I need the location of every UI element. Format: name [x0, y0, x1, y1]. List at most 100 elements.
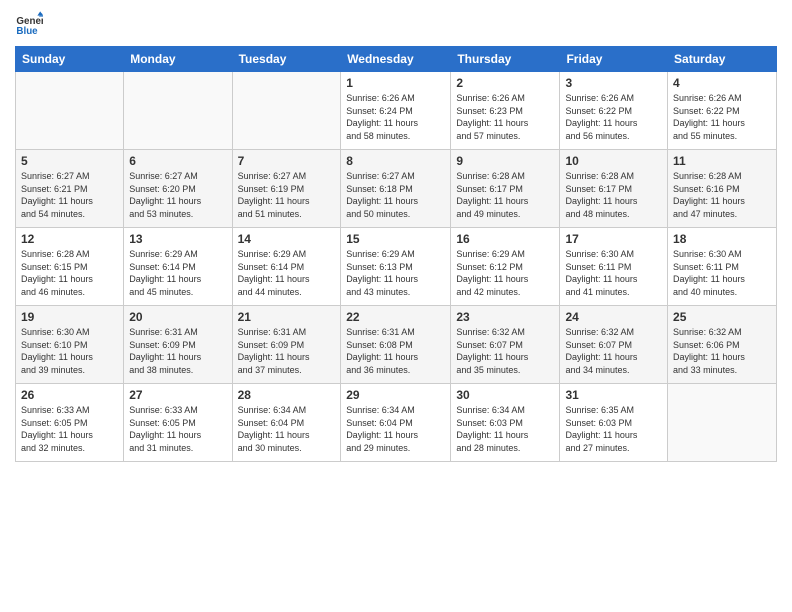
day-number: 23 [456, 310, 554, 324]
calendar-header-friday: Friday [560, 47, 668, 72]
calendar-cell: 26Sunrise: 6:33 AMSunset: 6:05 PMDayligh… [16, 384, 124, 462]
day-number: 28 [238, 388, 336, 402]
day-info: Sunrise: 6:33 AMSunset: 6:05 PMDaylight:… [21, 404, 118, 454]
day-number: 18 [673, 232, 771, 246]
calendar-cell: 15Sunrise: 6:29 AMSunset: 6:13 PMDayligh… [341, 228, 451, 306]
calendar-cell: 28 Sunrise: 6:34 AMSunset: 6:04 PMDayligh… [232, 384, 341, 462]
calendar-header-saturday: Saturday [668, 47, 777, 72]
day-number: 4 [673, 76, 771, 90]
calendar-cell: 18 Sunrise: 6:30 AMSunset: 6:11 PMDayligh… [668, 228, 777, 306]
svg-text:Blue: Blue [16, 26, 38, 37]
day-number: 8 [346, 154, 445, 168]
day-number: 2 [456, 76, 554, 90]
calendar-header-sunday: Sunday [16, 47, 124, 72]
calendar-cell: 4 Sunrise: 6:26 AMSunset: 6:22 PMDaylight… [668, 72, 777, 150]
calendar-cell: 6 Sunrise: 6:27 AMSunset: 6:20 PMDaylight… [124, 150, 232, 228]
calendar-cell: 24 Sunrise: 6:32 AMSunset: 6:07 PMDayligh… [560, 306, 668, 384]
day-number: 5 [21, 154, 118, 168]
calendar-week-2: 5 Sunrise: 6:27 AMSunset: 6:21 PMDaylight… [16, 150, 777, 228]
calendar-cell: 19 Sunrise: 6:30 AMSunset: 6:10 PMDayligh… [16, 306, 124, 384]
day-info: Sunrise: 6:28 AMSunset: 6:15 PMDaylight:… [21, 248, 118, 298]
calendar-cell: 5 Sunrise: 6:27 AMSunset: 6:21 PMDaylight… [16, 150, 124, 228]
day-info: Sunrise: 6:28 AMSunset: 6:17 PMDaylight:… [565, 170, 662, 220]
day-number: 19 [21, 310, 118, 324]
calendar-cell: 3 Sunrise: 6:26 AMSunset: 6:22 PMDaylight… [560, 72, 668, 150]
day-info: Sunrise: 6:33 AMSunset: 6:05 PMDaylight:… [129, 404, 226, 454]
calendar-cell [668, 384, 777, 462]
day-info: Sunrise: 6:27 AMSunset: 6:18 PMDaylight:… [346, 170, 445, 220]
day-info: Sunrise: 6:35 AMSunset: 6:03 PMDaylight:… [565, 404, 662, 454]
page: General Blue SundayMondayTuesdayWednesda… [0, 0, 792, 612]
day-info: Sunrise: 6:34 AMSunset: 6:04 PMDaylight:… [346, 404, 445, 454]
calendar-week-3: 12 Sunrise: 6:28 AMSunset: 6:15 PMDayligh… [16, 228, 777, 306]
calendar-header-tuesday: Tuesday [232, 47, 341, 72]
calendar-cell: 10 Sunrise: 6:28 AMSunset: 6:17 PMDayligh… [560, 150, 668, 228]
day-number: 10 [565, 154, 662, 168]
calendar-cell: 11 Sunrise: 6:28 AMSunset: 6:16 PMDayligh… [668, 150, 777, 228]
day-info: Sunrise: 6:26 AMSunset: 6:22 PMDaylight:… [673, 92, 771, 142]
day-info: Sunrise: 6:27 AMSunset: 6:21 PMDaylight:… [21, 170, 118, 220]
day-number: 14 [238, 232, 336, 246]
day-info: Sunrise: 6:29 AMSunset: 6:14 PMDaylight:… [238, 248, 336, 298]
day-number: 20 [129, 310, 226, 324]
calendar-cell: 2 Sunrise: 6:26 AMSunset: 6:23 PMDaylight… [451, 72, 560, 150]
calendar-cell: 13Sunrise: 6:29 AMSunset: 6:14 PMDayligh… [124, 228, 232, 306]
calendar-header-wednesday: Wednesday [341, 47, 451, 72]
calendar-week-1: 1Sunrise: 6:26 AMSunset: 6:24 PMDaylight… [16, 72, 777, 150]
day-number: 6 [129, 154, 226, 168]
day-info: Sunrise: 6:32 AMSunset: 6:07 PMDaylight:… [565, 326, 662, 376]
calendar-cell: 1Sunrise: 6:26 AMSunset: 6:24 PMDaylight… [341, 72, 451, 150]
calendar-cell [124, 72, 232, 150]
calendar-cell: 25 Sunrise: 6:32 AMSunset: 6:06 PMDayligh… [668, 306, 777, 384]
day-number: 3 [565, 76, 662, 90]
day-number: 16 [456, 232, 554, 246]
calendar-week-4: 19 Sunrise: 6:30 AMSunset: 6:10 PMDayligh… [16, 306, 777, 384]
day-number: 7 [238, 154, 336, 168]
calendar-cell: 9Sunrise: 6:28 AMSunset: 6:17 PMDaylight… [451, 150, 560, 228]
day-info: Sunrise: 6:26 AMSunset: 6:24 PMDaylight:… [346, 92, 445, 142]
calendar-cell: 20Sunrise: 6:31 AMSunset: 6:09 PMDayligh… [124, 306, 232, 384]
day-number: 22 [346, 310, 445, 324]
calendar-cell: 21 Sunrise: 6:31 AMSunset: 6:09 PMDayligh… [232, 306, 341, 384]
calendar-cell: 27 Sunrise: 6:33 AMSunset: 6:05 PMDayligh… [124, 384, 232, 462]
day-number: 17 [565, 232, 662, 246]
day-info: Sunrise: 6:27 AMSunset: 6:19 PMDaylight:… [238, 170, 336, 220]
day-info: Sunrise: 6:32 AMSunset: 6:07 PMDaylight:… [456, 326, 554, 376]
day-number: 11 [673, 154, 771, 168]
logo: General Blue [15, 10, 47, 38]
calendar-cell: 31Sunrise: 6:35 AMSunset: 6:03 PMDayligh… [560, 384, 668, 462]
day-info: Sunrise: 6:32 AMSunset: 6:06 PMDaylight:… [673, 326, 771, 376]
day-info: Sunrise: 6:26 AMSunset: 6:23 PMDaylight:… [456, 92, 554, 142]
day-info: Sunrise: 6:30 AMSunset: 6:11 PMDaylight:… [565, 248, 662, 298]
calendar-cell: 17 Sunrise: 6:30 AMSunset: 6:11 PMDayligh… [560, 228, 668, 306]
day-number: 12 [21, 232, 118, 246]
day-info: Sunrise: 6:27 AMSunset: 6:20 PMDaylight:… [129, 170, 226, 220]
day-number: 29 [346, 388, 445, 402]
day-info: Sunrise: 6:26 AMSunset: 6:22 PMDaylight:… [565, 92, 662, 142]
calendar-header-thursday: Thursday [451, 47, 560, 72]
calendar-cell: 16Sunrise: 6:29 AMSunset: 6:12 PMDayligh… [451, 228, 560, 306]
calendar-cell: 8 Sunrise: 6:27 AMSunset: 6:18 PMDaylight… [341, 150, 451, 228]
day-number: 21 [238, 310, 336, 324]
calendar-cell: 7 Sunrise: 6:27 AMSunset: 6:19 PMDaylight… [232, 150, 341, 228]
calendar-cell: 30 Sunrise: 6:34 AMSunset: 6:03 PMDayligh… [451, 384, 560, 462]
calendar-cell: 14 Sunrise: 6:29 AMSunset: 6:14 PMDayligh… [232, 228, 341, 306]
calendar-cell: 23 Sunrise: 6:32 AMSunset: 6:07 PMDayligh… [451, 306, 560, 384]
day-number: 30 [456, 388, 554, 402]
day-number: 9 [456, 154, 554, 168]
day-info: Sunrise: 6:29 AMSunset: 6:14 PMDaylight:… [129, 248, 226, 298]
day-info: Sunrise: 6:31 AMSunset: 6:08 PMDaylight:… [346, 326, 445, 376]
day-number: 27 [129, 388, 226, 402]
day-number: 24 [565, 310, 662, 324]
day-info: Sunrise: 6:34 AMSunset: 6:03 PMDaylight:… [456, 404, 554, 454]
day-number: 25 [673, 310, 771, 324]
day-info: Sunrise: 6:30 AMSunset: 6:10 PMDaylight:… [21, 326, 118, 376]
calendar-header-row: SundayMondayTuesdayWednesdayThursdayFrid… [16, 47, 777, 72]
day-info: Sunrise: 6:31 AMSunset: 6:09 PMDaylight:… [238, 326, 336, 376]
day-info: Sunrise: 6:28 AMSunset: 6:16 PMDaylight:… [673, 170, 771, 220]
day-info: Sunrise: 6:29 AMSunset: 6:13 PMDaylight:… [346, 248, 445, 298]
day-info: Sunrise: 6:34 AMSunset: 6:04 PMDaylight:… [238, 404, 336, 454]
day-info: Sunrise: 6:30 AMSunset: 6:11 PMDaylight:… [673, 248, 771, 298]
header: General Blue [15, 10, 777, 38]
calendar-week-5: 26Sunrise: 6:33 AMSunset: 6:05 PMDayligh… [16, 384, 777, 462]
